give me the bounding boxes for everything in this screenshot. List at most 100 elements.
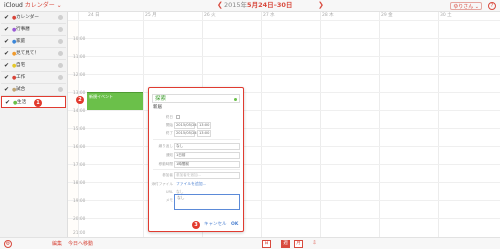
allday-checkbox[interactable]	[176, 115, 180, 119]
day-divider	[438, 12, 439, 237]
invitees-field[interactable]: 参加者を追加...	[174, 171, 240, 179]
url-label: URL	[165, 190, 173, 194]
info-icon[interactable]	[58, 87, 63, 92]
time-label: 20:00	[73, 217, 86, 222]
date-days: 5月24日–30日	[247, 1, 293, 9]
date-range-title: 2015年5月24日–30日	[224, 1, 292, 10]
day-header[interactable]: 30 土	[440, 12, 452, 20]
start-row: 開始 2015/05/24 13:00	[149, 121, 243, 129]
start-time-field[interactable]: 13:00	[197, 121, 211, 129]
calendar-item-1[interactable]: ✔ ● カレンダー	[1, 12, 66, 24]
day-header[interactable]: 28 木	[322, 12, 334, 20]
start-date-field[interactable]: 2015/05/24	[174, 121, 197, 129]
invitees-label: 参加者	[162, 173, 173, 177]
top-bar: iCloud カレンダー ⌄ ❮ 2015年5月24日–30日 ❯ ゆりさん ⌄…	[0, 0, 500, 12]
chevron-down-icon: ⌄	[56, 2, 62, 9]
day-view-button[interactable]: 日	[262, 240, 271, 248]
alert-select[interactable]: 1日前	[174, 151, 240, 159]
day-header[interactable]: 29 金	[381, 12, 393, 20]
calendar-item-selected[interactable]: ✔ ● 生活 1	[1, 96, 66, 108]
end-row: 終了 2015/05/24 13:00	[149, 129, 243, 137]
check-icon[interactable]: ✔	[4, 25, 9, 35]
calendar-item-4[interactable]: ✔ ● 見て見て！	[1, 48, 66, 60]
next-week-button[interactable]: ❯	[318, 1, 324, 10]
check-icon[interactable]: ✔	[4, 85, 9, 95]
calendar-color-icon[interactable]	[233, 97, 237, 101]
location-field[interactable]: 新居	[153, 105, 162, 111]
hour-line	[68, 74, 500, 75]
previous-week-button[interactable]: ❮	[217, 1, 223, 10]
step-badge: 1	[34, 98, 42, 107]
day-header[interactable]: 26 火	[204, 12, 216, 20]
week-view-button[interactable]: 週	[281, 240, 290, 248]
add-file-link[interactable]: ファイルを追加...	[176, 180, 206, 188]
time-label: 19:00	[73, 199, 86, 204]
info-icon[interactable]	[58, 63, 63, 68]
note-textarea[interactable]: なし	[174, 194, 240, 210]
event-detail-popover: 探索 新居 終日 開始 2015/05/24 13:00 終了 2015/05/…	[148, 87, 244, 232]
end-time-field[interactable]: 13:00	[197, 129, 211, 137]
check-icon[interactable]: ✔	[4, 37, 9, 47]
calendar-name: カレンダー	[16, 15, 39, 20]
go-to-today-button[interactable]: 今日へ移動	[68, 240, 93, 248]
alert-row: 通知 1日前	[149, 151, 243, 159]
calendar-item-3[interactable]: ✔ ● 家庭	[1, 36, 66, 48]
info-icon[interactable]	[58, 15, 63, 20]
info-icon[interactable]	[58, 75, 63, 80]
inbox-icon[interactable]: ⇩	[311, 240, 318, 247]
calendar-name: 行事暦	[16, 27, 30, 32]
hour-line	[68, 20, 500, 21]
app-title[interactable]: iCloud カレンダー ⌄	[4, 1, 62, 10]
divider	[153, 169, 240, 170]
check-icon[interactable]: ✔	[4, 13, 9, 23]
help-icon[interactable]: ?	[488, 2, 496, 10]
day-header[interactable]: 24 日	[88, 12, 100, 20]
check-icon[interactable]: ✔	[4, 61, 9, 71]
gear-icon[interactable]: ⚙	[4, 240, 12, 248]
time-label: 11:00	[73, 55, 86, 60]
calendar-item-7[interactable]: ✔ ● 試合	[1, 84, 66, 96]
end-label: 終了	[165, 131, 173, 135]
edit-button[interactable]: 編集	[52, 240, 62, 248]
app-name: カレンダー	[24, 2, 55, 9]
check-icon[interactable]: ✔	[4, 49, 9, 59]
check-icon[interactable]: ✔	[5, 98, 10, 108]
calendar-name: 自宅	[16, 63, 26, 68]
calendar-item-6[interactable]: ✔ ● 工作	[1, 72, 66, 84]
day-divider	[143, 12, 144, 237]
hour-line	[68, 200, 500, 201]
end-date-field[interactable]: 2015/05/24	[174, 129, 197, 137]
month-view-button[interactable]: 月	[294, 240, 303, 248]
travel-select[interactable]: 1時間前	[174, 160, 240, 168]
calendar-item-5[interactable]: ✔ ● 自宅	[1, 60, 66, 72]
ok-button[interactable]: OK	[231, 222, 238, 228]
check-icon[interactable]: ✔	[4, 73, 9, 83]
info-icon[interactable]	[58, 39, 63, 44]
info-icon[interactable]	[58, 51, 63, 56]
cancel-button[interactable]: キャンセル	[204, 222, 227, 228]
step-badge: 3	[192, 221, 200, 229]
day-header[interactable]: 25 月	[145, 12, 157, 20]
repeat-select[interactable]: なし	[174, 142, 240, 150]
date-year: 2015年	[224, 1, 248, 9]
invitees-row: 参加者 参加者を追加...	[149, 171, 243, 179]
repeat-label: 繰り返し	[158, 144, 173, 148]
alert-label: 通知	[165, 153, 173, 157]
account-menu-button[interactable]: ゆりさん ⌄	[450, 1, 482, 10]
hour-line	[68, 146, 500, 147]
time-label: 12:00	[73, 73, 86, 78]
event-title-field[interactable]: 探索	[152, 94, 240, 103]
divider	[153, 139, 240, 140]
time-label: 18:00	[73, 181, 86, 186]
time-label: 10:00	[73, 37, 86, 42]
calendar-item-2[interactable]: ✔ ● 行事暦	[1, 24, 66, 36]
time-label: 16:00	[73, 145, 86, 150]
new-event-block[interactable]: 新規イベント	[87, 92, 143, 110]
repeat-row: 繰り返し なし	[149, 142, 243, 150]
week-grid[interactable]: 24 日 25 月 26 火 27 水 28 木 29 金 30 土 10:00…	[68, 12, 500, 237]
day-header[interactable]: 27 水	[263, 12, 275, 20]
info-icon[interactable]	[58, 27, 63, 32]
time-label: 17:00	[73, 163, 86, 168]
allday-row: 終日	[149, 113, 243, 121]
attachment-label: 添付ファイル	[151, 182, 173, 186]
